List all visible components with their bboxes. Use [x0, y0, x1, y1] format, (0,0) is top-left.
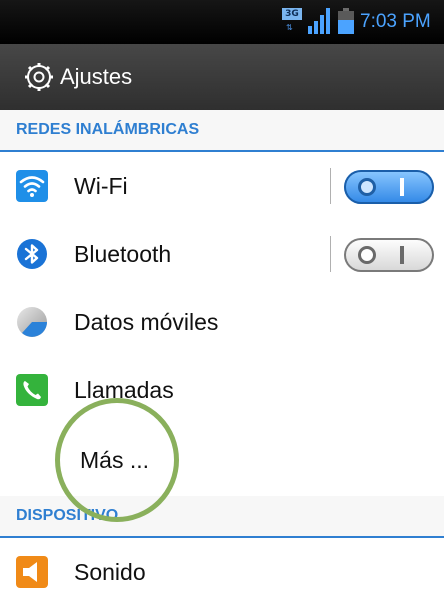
settings-item-sound[interactable]: Sonido — [0, 538, 444, 590]
status-bar: 3G ⇅ 7:03 PM — [0, 0, 444, 44]
data-activity-icon: ⇅ — [286, 23, 293, 32]
section-label-wireless: REDES INALÁMBRICAS — [16, 121, 200, 138]
bluetooth-toggle[interactable] — [344, 238, 434, 272]
section-label-device: DISPOSITIVO — [16, 507, 119, 524]
section-header-wireless: REDES INALÁMBRICAS — [0, 110, 444, 152]
bluetooth-icon — [17, 239, 47, 269]
gear-icon — [25, 63, 53, 91]
status-time: 7:03 PM — [360, 11, 431, 32]
wifi-icon — [16, 170, 48, 202]
calls-label: Llamadas — [74, 377, 174, 403]
settings-item-mobile-data[interactable]: Datos móviles — [0, 288, 444, 357]
settings-item-more[interactable]: Más ... — [0, 424, 444, 497]
settings-item-wifi[interactable]: Wi-Fi — [0, 152, 444, 221]
settings-item-calls[interactable]: Llamadas — [0, 356, 444, 425]
more-label: Más ... — [80, 447, 150, 473]
network-type-icon: 3G ⇅ — [282, 8, 302, 34]
speaker-icon — [16, 556, 48, 588]
sound-label: Sonido — [74, 559, 146, 585]
settings-header: Ajustes — [0, 44, 444, 112]
wifi-label: Wi-Fi — [74, 173, 128, 199]
wifi-toggle[interactable] — [344, 170, 434, 204]
phone-icon — [16, 374, 48, 406]
signal-icon — [308, 8, 334, 34]
mobile-data-icon — [17, 307, 47, 337]
divider — [330, 168, 331, 204]
settings-item-bluetooth[interactable]: Bluetooth — [0, 220, 444, 289]
page-title: Ajustes — [60, 64, 133, 89]
bluetooth-label: Bluetooth — [74, 241, 172, 267]
network-type-label: 3G — [282, 8, 302, 20]
battery-icon — [338, 8, 354, 34]
section-header-device: DISPOSITIVO — [0, 496, 444, 538]
mobile-data-label: Datos móviles — [74, 309, 219, 335]
divider — [330, 236, 331, 272]
